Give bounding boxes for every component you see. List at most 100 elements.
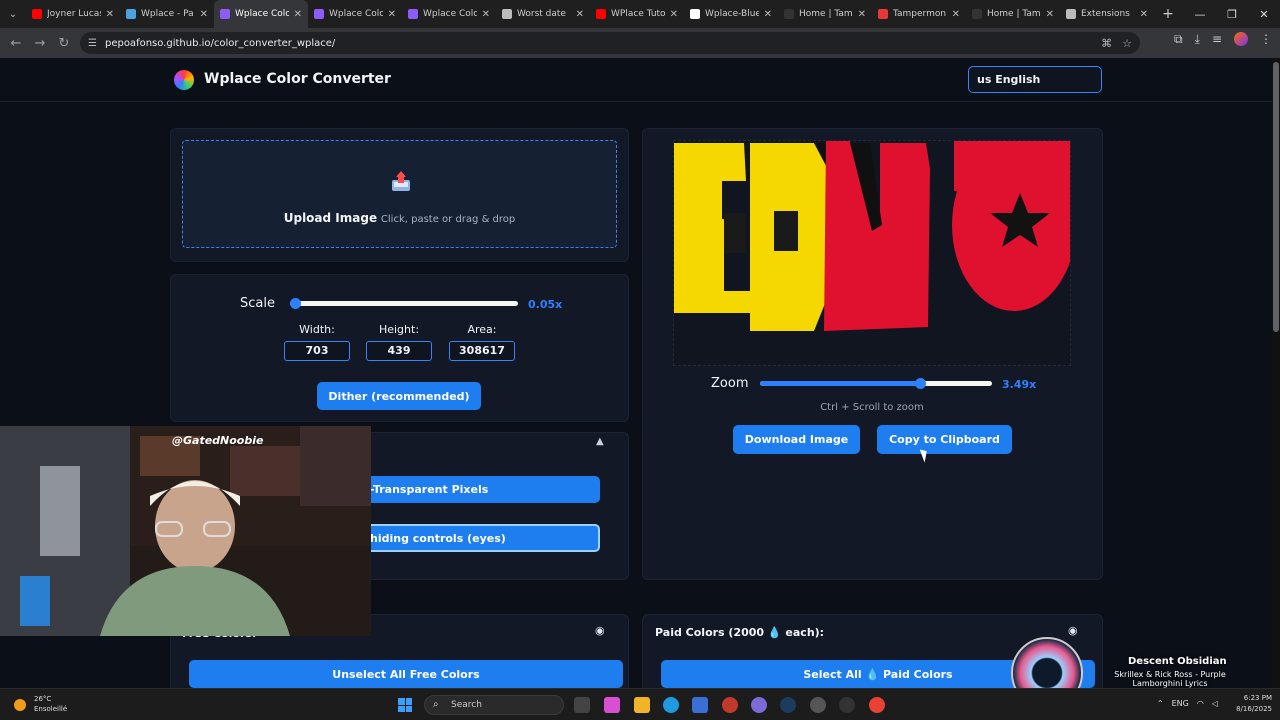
maximize-icon[interactable]: ❐ [1216,0,1248,28]
weather-temp: 26°C [34,695,52,703]
area-input[interactable]: 308617 [449,341,515,361]
menu-kebab-icon[interactable]: ⋮ [1260,32,1272,47]
browser-tab[interactable]: Extensions ✕ [1060,0,1154,28]
tab-label: WPlace Tuto [611,9,665,19]
tab-close-icon[interactable]: ✕ [388,9,396,20]
scale-label: Scale [240,296,275,311]
width-label: Width: [299,323,335,336]
tab-close-icon[interactable]: ✕ [482,9,490,20]
taskbar: 26°C Ensoleillé ⌕ Search ⌃ ENG ◠ ◁ 6:23 … [0,688,1280,720]
dither-button[interactable]: Dither (recommended) [317,382,481,410]
zoom-slider[interactable] [760,378,992,389]
chevron-up-icon[interactable]: ▲ [596,436,608,448]
app-gray-icon[interactable] [810,697,826,713]
eye-icon-free[interactable]: ◉ [595,624,605,637]
tab-close-icon[interactable]: ✕ [764,9,772,20]
zoom-value: 3.49x [1002,378,1037,391]
browser-tab[interactable]: Wplace-Blue ✕ [684,0,778,28]
close-window-icon[interactable]: ✕ [1248,0,1280,28]
tab-close-icon[interactable]: ✕ [106,9,114,20]
new-tab-icon[interactable]: + [1154,6,1182,22]
clock-date: 8/16/2025 [1236,705,1272,713]
paid-colors-label: Paid Colors (2000 💧 each): [655,626,825,639]
preview-image [674,141,1070,365]
tab-close-icon[interactable]: ✕ [1046,9,1054,20]
tab-label: Tampermon [893,9,947,19]
browser-tab[interactable]: Home | Tam ✕ [778,0,872,28]
tab-label: Home | Tam [987,9,1041,19]
app-dark-icon[interactable] [839,697,855,713]
tab-close-icon[interactable]: ✕ [294,9,302,20]
scrollbar-thumb[interactable] [1273,62,1279,332]
edge-icon[interactable] [663,697,679,713]
webcam-handle: @GatedNoobie [172,434,264,447]
browser-tab[interactable]: Tampermon ✕ [872,0,966,28]
back-icon[interactable]: ← [4,31,28,55]
extensions-icon[interactable]: ⧉ [1174,32,1183,47]
translate-icon[interactable]: ⌘ [1101,37,1112,50]
download-icon[interactable]: ⤓ [1195,32,1200,47]
copilot-icon[interactable] [604,697,620,713]
width-input[interactable]: 703 [284,341,350,361]
upload-hint: Click, paste or drag & drop [380,214,516,225]
scale-slider[interactable] [289,298,518,309]
volume-icon[interactable]: ◁ [1212,699,1218,708]
tab-close-icon[interactable]: ✕ [952,9,960,20]
browser-tab[interactable]: Wplace Colo ✕ [402,0,496,28]
taskbar-clock[interactable]: 6:23 PM 8/16/2025 [1236,693,1272,715]
discord-icon[interactable] [751,697,767,713]
eye-icon-paid[interactable]: ◉ [1068,624,1078,637]
address-bar[interactable]: ☰ pepoafonso.github.io/color_converter_w… [80,32,1140,54]
height-input[interactable]: 439 [366,341,432,361]
browser-tab[interactable]: Wplace Colo ✕ [214,0,308,28]
browser-tab[interactable]: Wplace - Pa ✕ [120,0,214,28]
tab-label: Wplace-Blue [705,9,759,19]
windows-start-icon[interactable] [398,698,412,712]
copy-clipboard-button[interactable]: Copy to Clipboard [877,425,1012,454]
store-icon[interactable] [692,697,708,713]
download-image-button[interactable]: Download Image [733,425,860,454]
taskbar-search[interactable]: ⌕ Search [424,695,564,715]
wifi-icon[interactable]: ◠ [1197,699,1204,708]
app-header: Wplace Color Converter us English [0,58,1272,102]
tray-chevron-icon[interactable]: ⌃ [1157,699,1164,708]
site-info-icon[interactable]: ☰ [88,38,97,49]
chrome-icon[interactable] [869,697,885,713]
address-toolbar: ← → ↻ ☰ pepoafonso.github.io/color_conve… [0,28,1280,58]
tab-close-icon[interactable]: ✕ [858,9,866,20]
weather-sun-icon[interactable] [14,699,26,711]
steam-icon[interactable] [780,697,796,713]
profile-avatar[interactable] [1234,32,1248,46]
tray-language[interactable]: ENG [1172,699,1189,708]
unselect-free-colors-button[interactable]: Unselect All Free Colors [189,660,623,688]
browser-tab[interactable]: WPlace Tuto ✕ [590,0,684,28]
language-select[interactable]: us English [968,66,1102,93]
zoom-label: Zoom [711,376,749,391]
upload-text: Upload Image Click, paste or drag & drop [183,211,616,225]
inbox-upload-icon [392,171,410,191]
zoom-slider-handle[interactable] [915,378,927,389]
page-scrollbar[interactable] [1272,58,1280,688]
browser-tab[interactable]: Home | Tam ✕ [966,0,1060,28]
task-view-icon[interactable] [574,697,590,713]
bookmark-star-icon[interactable]: ☆ [1122,37,1132,50]
reload-icon[interactable]: ↻ [52,31,76,55]
tab-favicon-icon [1066,9,1076,19]
taskbar-search-label: Search [451,700,482,710]
scale-slider-handle[interactable] [289,298,301,309]
tab-close-icon[interactable]: ✕ [1140,9,1148,20]
tab-favicon-icon [878,9,888,19]
upload-dropzone[interactable]: Upload Image Click, paste or drag & drop [182,140,617,248]
file-explorer-icon[interactable] [634,697,650,713]
forward-icon[interactable]: → [28,31,52,55]
tab-close-icon[interactable]: ✕ [576,9,584,20]
tab-close-icon[interactable]: ✕ [670,9,678,20]
tab-close-icon[interactable]: ✕ [200,9,208,20]
app-red-icon[interactable] [722,697,738,713]
media-icon[interactable]: ≡ [1212,32,1222,47]
browser-tab[interactable]: Worst date ✕ [496,0,590,28]
browser-tab[interactable]: Joyner Lucas ✕ [26,0,120,28]
tab-search-icon[interactable]: ⌄ [0,0,26,28]
browser-tab[interactable]: Wplace Colo ✕ [308,0,402,28]
minimize-icon[interactable]: — [1184,0,1216,28]
